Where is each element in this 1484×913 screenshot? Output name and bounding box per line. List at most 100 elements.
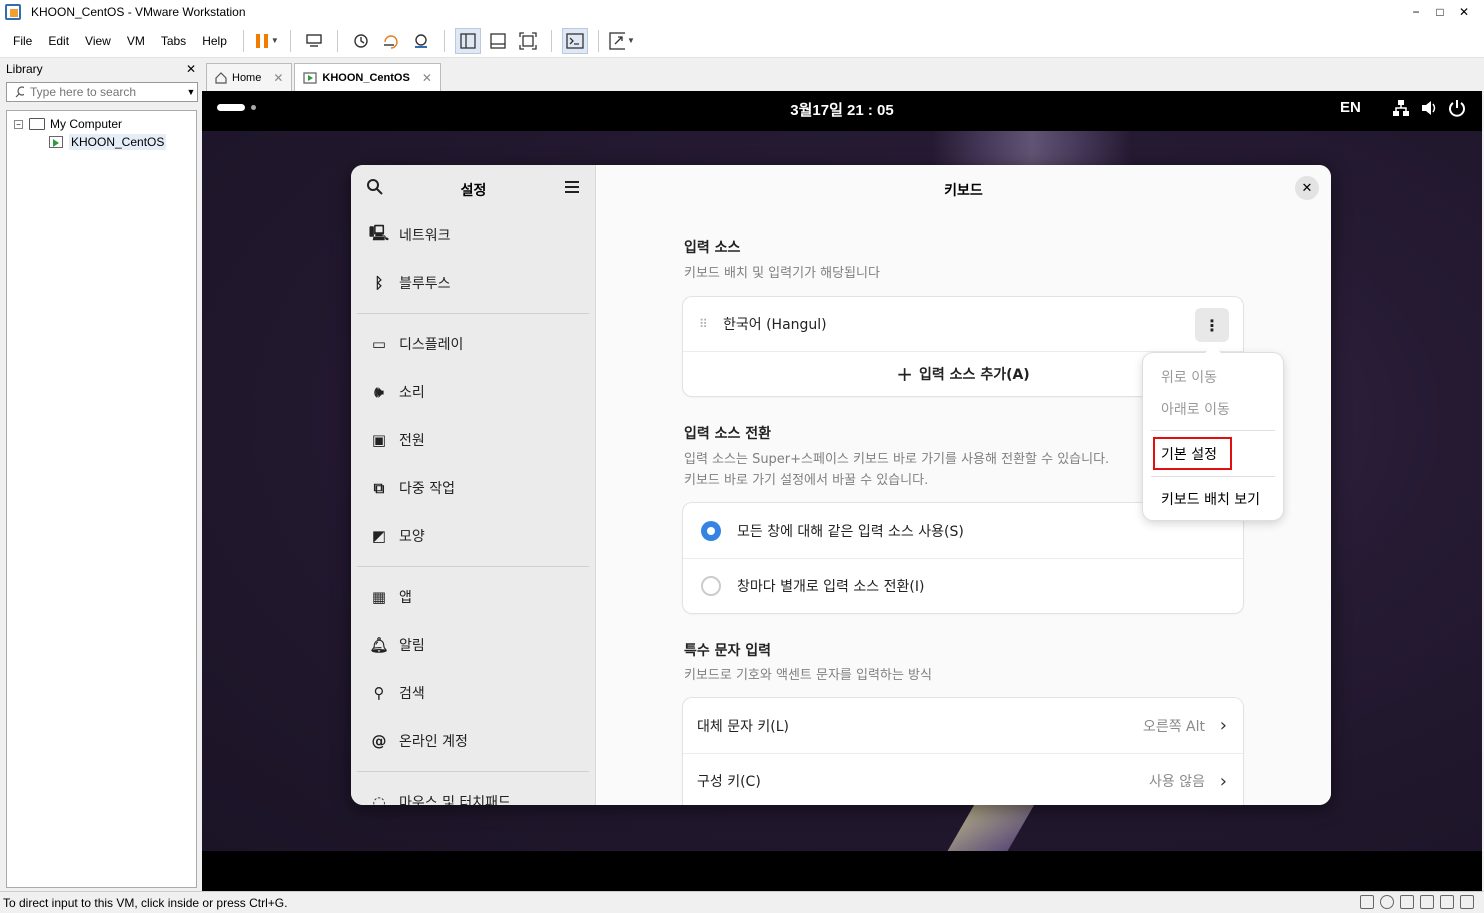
chevron-down-icon[interactable]: ▼ [185, 87, 197, 97]
move-up-item[interactable]: 위로 이동 [1161, 367, 1217, 387]
sidebar-item-appearance[interactable]: ◩ 모양 [351, 512, 595, 560]
tree-item-vm[interactable]: KHOON_CentOS [7, 133, 196, 151]
full-screen-button[interactable] [515, 28, 541, 54]
library-search-input[interactable] [30, 85, 185, 99]
sidebar-item-bluetooth[interactable]: ᛒ 블루투스 [351, 259, 595, 307]
pause-vm-button[interactable]: ▼ [254, 28, 280, 54]
menu-view[interactable]: View [77, 28, 119, 54]
radio-label: 모든 창에 대해 같은 입력 소스 사용(S) [737, 523, 964, 540]
menu-tabs[interactable]: Tabs [153, 28, 194, 54]
sidebar-item-multitasking[interactable]: ⧉ 다중 작업 [351, 464, 595, 512]
apps-grid-icon: ▦ [371, 588, 387, 606]
input-source-row[interactable]: ⠿ 한국어 (Hangul) ⋮ [683, 297, 1243, 351]
vm-console[interactable]: 3월17일 21 : 05 EN 설정 🖳 네트워크 ᛒ 블루투스 ▭ 디스플레이 🕪… [202, 91, 1482, 891]
keyboard-send-icon [306, 33, 322, 47]
sidebar-item-mouse-touchpad[interactable]: ◌ 마우스 및 터치패드 [351, 778, 595, 805]
cd-drive-icon[interactable] [1380, 895, 1394, 909]
bell-icon: 🔔︎ [369, 636, 389, 654]
send-ctrl-alt-del-button[interactable] [301, 28, 327, 54]
collapse-toggle[interactable]: − [14, 119, 23, 129]
appearance-icon: ◩ [371, 527, 387, 545]
network-adapter-icon[interactable] [1400, 895, 1414, 909]
pause-icon [255, 33, 268, 48]
sidebar-item-power[interactable]: ▣ 전원 [351, 416, 595, 464]
stretch-icon [609, 31, 625, 50]
minimize-button[interactable]: − [1404, 0, 1428, 24]
library-close-button[interactable]: ✕ [186, 62, 196, 76]
display-icon[interactable] [1440, 895, 1454, 909]
mouse-icon: ◌ [372, 793, 386, 805]
window-controls: − □ ✕ [1404, 0, 1476, 24]
radio-unselected[interactable] [701, 576, 721, 596]
sidebar-item-network[interactable]: 🖳 네트워크 [351, 211, 595, 259]
power-icon [1449, 100, 1465, 117]
input-sources-title: 입력 소스 [684, 240, 741, 256]
menu-file[interactable]: File [5, 28, 40, 54]
sidebar-item-label: 디스플레이 [399, 337, 464, 353]
terminal-icon [566, 32, 584, 49]
drag-handle-icon[interactable]: ⠿ [699, 318, 709, 330]
menu-edit[interactable]: Edit [40, 28, 77, 54]
tree-item-my-computer[interactable]: − My Computer [7, 115, 196, 133]
thumbnail-bar-button[interactable] [485, 28, 511, 54]
snapshot-button[interactable] [348, 28, 374, 54]
chevron-down-icon[interactable]: ▼ [627, 36, 635, 45]
close-window-button[interactable]: ✕ [1452, 0, 1476, 24]
radio-label: 창마다 별개로 입력 소스 전환(I) [737, 579, 925, 595]
menu-vm[interactable]: VM [119, 28, 153, 54]
multitasking-icon: ⧉ [373, 479, 385, 497]
sidebar-separator [357, 771, 589, 772]
at-sign-icon: @ [371, 732, 387, 750]
maximize-button[interactable]: □ [1428, 0, 1452, 24]
row-label: 대체 문자 키(L) [697, 718, 790, 735]
sidebar-item-label: 앱 [399, 590, 412, 606]
stretch-guest-button[interactable]: ▼ [609, 28, 635, 54]
radio-each-window[interactable]: 창마다 별개로 입력 소스 전환(I) [683, 558, 1243, 613]
switching-desc-2: 키보드 바로 가기 설정에서 바꿀 수 있습니다. [684, 473, 929, 488]
hard-disk-icon[interactable] [1360, 895, 1374, 909]
move-down-item[interactable]: 아래로 이동 [1161, 399, 1230, 419]
view-layout-item[interactable]: 키보드 배치 보기 [1161, 489, 1260, 509]
radio-selected[interactable] [701, 520, 721, 541]
close-settings-button[interactable]: ✕ [1295, 176, 1319, 200]
network-wired-icon [1393, 100, 1409, 116]
compose-key-row[interactable]: 구성 키(C) 사용 않음 › [683, 753, 1243, 805]
panel-header: 키보드 ✕ [596, 165, 1331, 211]
sidebar-item-online-accounts[interactable]: @ 온라인 계정 [351, 717, 595, 765]
chevron-down-icon[interactable]: ▼ [271, 36, 279, 45]
wallpaper-art [947, 801, 1037, 851]
alternate-chars-key-row[interactable]: 대체 문자 키(L) 오른쪽 Alt › [683, 698, 1243, 753]
console-view-button[interactable] [561, 27, 588, 54]
tab-close-button[interactable]: ✕ [422, 71, 432, 85]
wallpaper-art [932, 131, 1132, 165]
sidebar-item-apps[interactable]: ▦ 앱 [351, 573, 595, 621]
sidebar-item-notifications[interactable]: 🔔︎ 알림 [351, 621, 595, 669]
sidebar-separator [357, 566, 589, 567]
special-title: 특수 문자 입력 [684, 643, 772, 659]
sidebar-item-display[interactable]: ▭ 디스플레이 [351, 320, 595, 368]
menu-help[interactable]: Help [194, 28, 235, 54]
input-language-indicator[interactable]: EN [1340, 99, 1361, 116]
sound-card-icon[interactable] [1420, 895, 1434, 909]
tab-home[interactable]: Home ✕ [206, 63, 293, 91]
tab-vm[interactable]: KHOON_CentOS ✕ [294, 63, 441, 91]
highlight-box [1153, 437, 1232, 470]
revert-snapshot-button[interactable] [378, 28, 404, 54]
add-input-source-label: 입력 소스 추가(A) [919, 367, 1030, 383]
library-header: Library ✕ [0, 58, 202, 80]
statusbar: To direct input to this VM, click inside… [0, 891, 1484, 913]
more-options-button[interactable]: ⋮ [1195, 308, 1229, 342]
toolbar-separator [597, 29, 599, 52]
sidebar-item-search[interactable]: ⚲ 검색 [351, 669, 595, 717]
sidebar-item-sound[interactable]: 🕪 소리 [351, 368, 595, 416]
tab-close-button[interactable]: ✕ [273, 71, 283, 85]
sidebar-item-label: 검색 [399, 686, 425, 702]
menubar: File Edit View VM Tabs Help ▼ ▼ [0, 24, 1484, 58]
system-menu[interactable] [1392, 99, 1466, 117]
settings-sidebar: 설정 🖳 네트워크 ᛒ 블루투스 ▭ 디스플레이 🕪 소리 ▣ 전원 ⧉ 다중 작업 ◩ 모양… [351, 165, 596, 805]
hamburger-menu-icon[interactable] [563, 178, 581, 196]
message-log-icon[interactable] [1460, 895, 1474, 909]
snapshot-manager-button[interactable] [408, 28, 434, 54]
clock[interactable]: 3월17일 21 : 05 [202, 99, 1482, 120]
show-library-button[interactable] [454, 27, 481, 54]
